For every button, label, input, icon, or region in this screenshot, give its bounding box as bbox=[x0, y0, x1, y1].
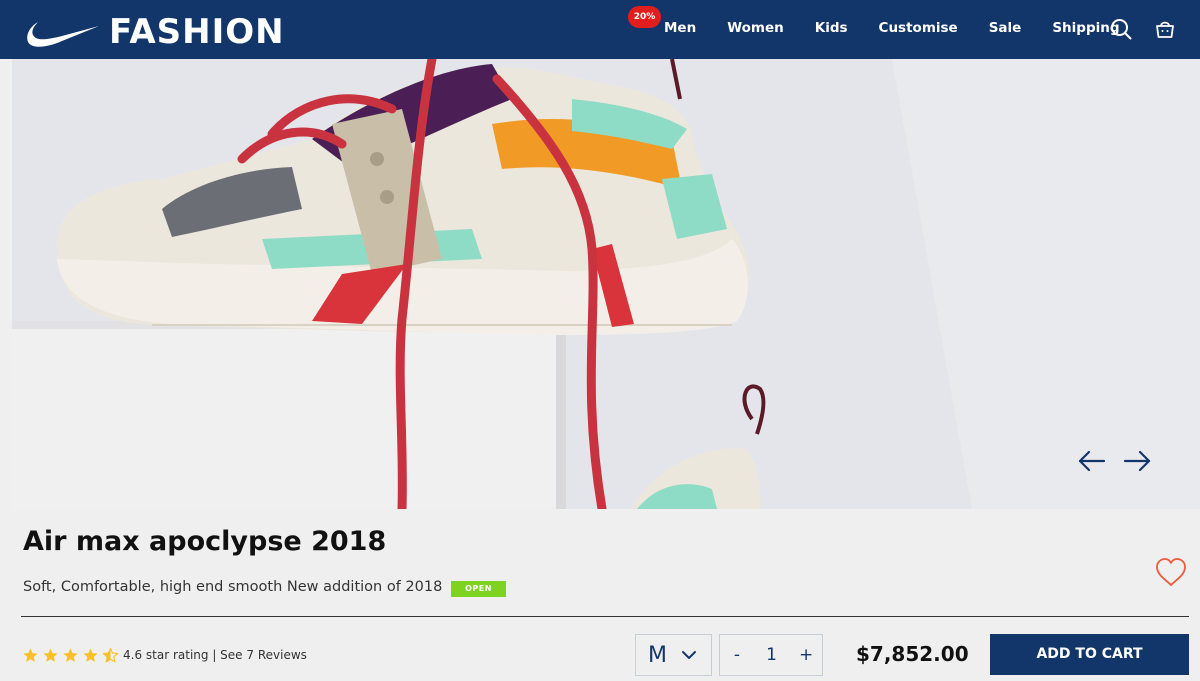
star-icon bbox=[23, 648, 38, 662]
nav-sale[interactable]: Sale bbox=[989, 20, 1022, 36]
previous-slide-arrow[interactable] bbox=[1077, 448, 1107, 474]
hero-banner bbox=[12, 59, 1200, 509]
status-badge: OPEN bbox=[451, 581, 506, 597]
nav-customise[interactable]: Customise bbox=[879, 20, 958, 36]
star-rating bbox=[22, 647, 122, 664]
rating-text[interactable]: 4.6 star rating | See 7 Reviews bbox=[123, 648, 307, 662]
half-star-icon bbox=[102, 647, 119, 663]
cart-icon[interactable] bbox=[1154, 18, 1176, 40]
next-slide-arrow[interactable] bbox=[1122, 448, 1152, 474]
quantity-stepper: - 1 + bbox=[719, 634, 823, 676]
chevron-down-icon bbox=[681, 651, 696, 659]
product-subtitle: Soft, Comfortable, high end smooth New a… bbox=[23, 579, 443, 595]
star-icon bbox=[63, 648, 78, 662]
brand-logo[interactable]: FASHION bbox=[26, 14, 285, 50]
top-navigation-bar: FASHION 20% Men Women Kids Customise Sal… bbox=[0, 0, 1200, 59]
product-title: Air max apoclypse 2018 bbox=[23, 526, 387, 557]
quantity-value[interactable]: 1 bbox=[766, 645, 777, 665]
wishlist-heart-icon[interactable] bbox=[1154, 556, 1188, 588]
nav-men[interactable]: Men bbox=[664, 20, 696, 36]
nav-women[interactable]: Women bbox=[727, 20, 784, 36]
star-icon bbox=[83, 648, 98, 662]
add-to-cart-button[interactable]: ADD TO CART bbox=[990, 634, 1189, 675]
size-value: M bbox=[648, 642, 667, 668]
search-icon[interactable] bbox=[1110, 18, 1132, 40]
section-divider bbox=[21, 616, 1189, 617]
main-nav: Men Women Kids Customise Sale Shipping bbox=[664, 20, 1151, 36]
swoosh-icon bbox=[27, 22, 99, 47]
brand-name: FASHION bbox=[109, 12, 285, 52]
size-select[interactable]: M bbox=[635, 634, 712, 676]
nav-kids[interactable]: Kids bbox=[815, 20, 848, 36]
sneaker-product-image bbox=[12, 59, 1200, 509]
decrease-quantity-button[interactable]: - bbox=[730, 645, 744, 665]
product-price: $7,852.00 bbox=[856, 642, 969, 666]
star-icon bbox=[43, 648, 58, 662]
increase-quantity-button[interactable]: + bbox=[799, 645, 813, 665]
promo-badge: 20% bbox=[628, 6, 661, 28]
